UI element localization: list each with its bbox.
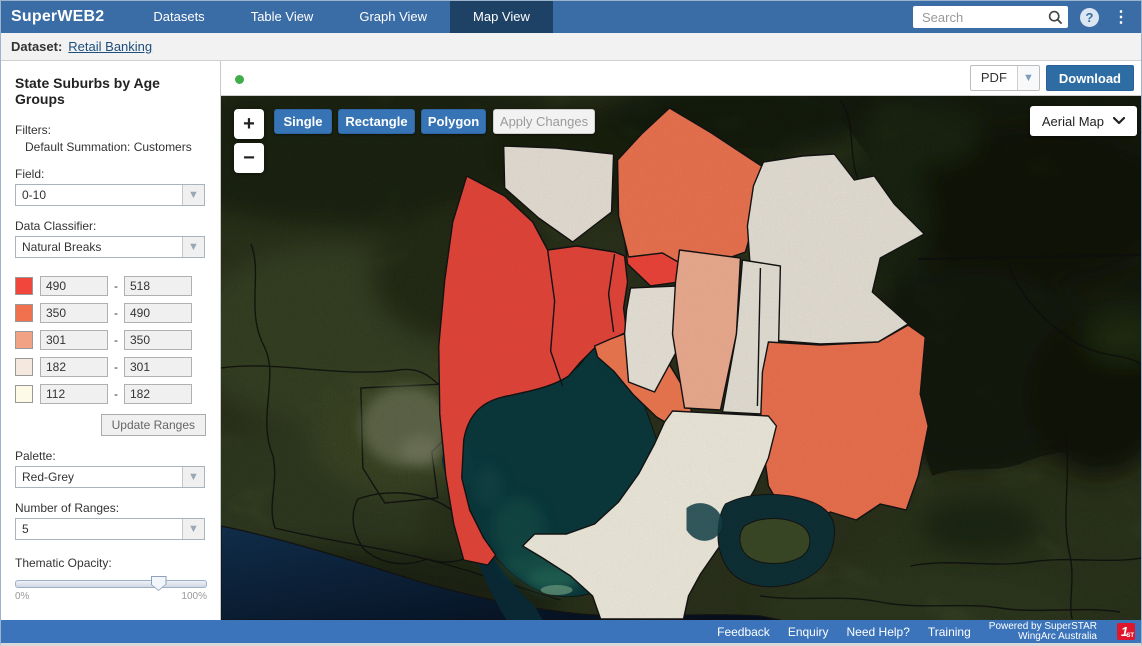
select-rectangle-button[interactable]: Rectangle [338, 109, 415, 134]
apply-changes-button[interactable]: Apply Changes [493, 109, 595, 134]
chevron-down-icon [1113, 117, 1125, 125]
range-from-input[interactable] [40, 357, 108, 377]
map-toolbar: PDF ▼ Download [221, 61, 1141, 96]
num-ranges-select[interactable]: 5 ▼ [15, 518, 205, 540]
tab-table-view[interactable]: Table View [228, 1, 337, 33]
range-from-input[interactable] [40, 303, 108, 323]
palette-select[interactable]: Red-Grey ▼ [15, 466, 205, 488]
overflow-menu-icon[interactable]: ⋮ [1111, 7, 1131, 27]
update-ranges-button[interactable]: Update Ranges [101, 414, 206, 436]
panel-title: State Suburbs by Age Groups [15, 75, 208, 107]
palette-label: Palette: [15, 449, 208, 463]
zoom-in-button[interactable]: + [234, 109, 264, 139]
legend-range-row: - [15, 384, 208, 404]
legend-swatch [15, 331, 33, 349]
filters-label: Filters: [15, 123, 208, 137]
range-to-input[interactable] [124, 357, 192, 377]
legend-range-row: - [15, 330, 208, 350]
chevron-down-icon: ▼ [182, 467, 204, 487]
classifier-select[interactable]: Natural Breaks ▼ [15, 236, 205, 258]
legend-swatch [15, 358, 33, 376]
basemap-select[interactable]: Aerial Map [1030, 106, 1137, 136]
app-brand: SuperWEB2 [1, 1, 130, 33]
opacity-max: 100% [181, 591, 207, 602]
legend-range-row: - [15, 303, 208, 323]
help-icon[interactable]: ? [1080, 8, 1099, 27]
classifier-label: Data Classifier: [15, 219, 208, 233]
opacity-slider-thumb[interactable] [151, 576, 167, 591]
range-to-input[interactable] [124, 303, 192, 323]
num-ranges-label: Number of Ranges: [15, 501, 208, 515]
footer-bar: Feedback Enquiry Need Help? Training Pow… [1, 620, 1141, 643]
map-view: + − Single Rectangle Polygon Apply Chang… [221, 96, 1141, 620]
dataset-label: Dataset: [11, 39, 62, 54]
select-single-button[interactable]: Single [274, 109, 332, 134]
chevron-down-icon: ▼ [182, 519, 204, 539]
default-summation: Default Summation: Customers [25, 140, 208, 154]
range-from-input[interactable] [40, 384, 108, 404]
range-from-input[interactable] [40, 330, 108, 350]
legend-swatch [15, 304, 33, 322]
legend-range-row: - [15, 357, 208, 377]
chevron-down-icon: ▼ [1017, 66, 1039, 90]
range-to-input[interactable] [124, 384, 192, 404]
powered-by: Powered by SuperSTAR WingArc Australia [989, 622, 1097, 642]
map-canvas[interactable] [221, 96, 1141, 620]
search-input[interactable] [913, 6, 1068, 28]
tab-graph-view[interactable]: Graph View [336, 1, 450, 33]
range-to-input[interactable] [124, 276, 192, 296]
superstar-logo: 1ST [1117, 623, 1135, 640]
search-box [913, 6, 1068, 28]
tab-datasets[interactable]: Datasets [130, 1, 227, 33]
range-to-input[interactable] [124, 330, 192, 350]
tab-map-view[interactable]: Map View [450, 1, 553, 33]
chevron-down-icon: ▼ [182, 237, 204, 257]
download-button[interactable]: Download [1046, 65, 1134, 91]
zoom-out-button[interactable]: − [234, 143, 264, 173]
footer-link-feedback[interactable]: Feedback [717, 625, 770, 639]
legend-swatch [15, 277, 33, 295]
chevron-down-icon: ▼ [182, 185, 204, 205]
field-label: Field: [15, 167, 208, 181]
footer-link-enquiry[interactable]: Enquiry [788, 625, 829, 639]
opacity-slider[interactable] [15, 580, 207, 588]
legend-swatch [15, 385, 33, 403]
field-select[interactable]: 0-10 ▼ [15, 184, 205, 206]
footer-link-training[interactable]: Training [928, 625, 971, 639]
dataset-link[interactable]: Retail Banking [68, 39, 152, 54]
top-nav: SuperWEB2 Datasets Table View Graph View… [1, 1, 1141, 33]
dataset-bar: Dataset: Retail Banking [1, 33, 1141, 61]
opacity-label: Thematic Opacity: [15, 556, 208, 570]
search-icon[interactable] [1048, 10, 1063, 25]
legend-ranges: - - - - [15, 276, 208, 436]
global-noise [221, 96, 1141, 620]
legend-range-row: - [15, 276, 208, 296]
range-from-input[interactable] [40, 276, 108, 296]
map-options-panel: State Suburbs by Age Groups Filters: Def… [1, 61, 221, 620]
superweb2-window: SuperWEB2 Datasets Table View Graph View… [0, 0, 1142, 646]
select-polygon-button[interactable]: Polygon [421, 109, 486, 134]
footer-link-need-help[interactable]: Need Help? [847, 625, 910, 639]
opacity-min: 0% [15, 591, 29, 602]
export-format-select[interactable]: PDF ▼ [970, 65, 1040, 91]
status-dot [235, 75, 244, 84]
